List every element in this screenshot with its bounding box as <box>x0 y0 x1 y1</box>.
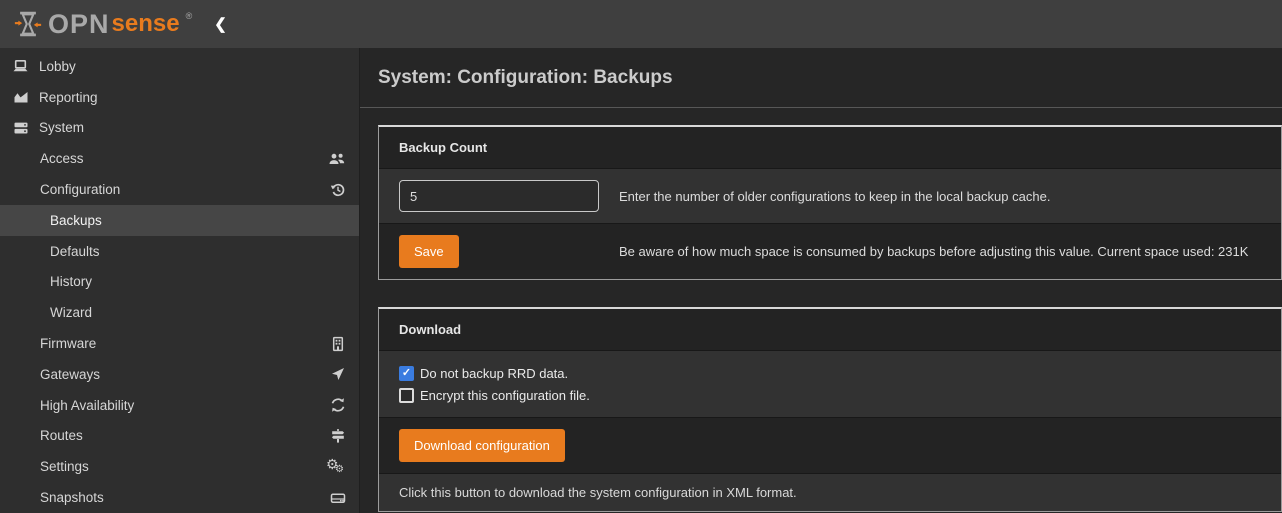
cogs-icon: ⚙⚙ <box>326 458 346 476</box>
sidebar-item-label: Routes <box>40 428 83 443</box>
sidebar-item-high-availability[interactable]: High Availability <box>0 390 359 421</box>
top-bar: OPNsense ® ❮ <box>0 0 1282 48</box>
server-icon <box>12 120 29 136</box>
sidebar-item-system[interactable]: System <box>0 113 359 144</box>
sidebar-item-configuration[interactable]: Configuration <box>0 174 359 205</box>
download-panel-header: Download <box>379 309 1281 350</box>
download-help-row: Click this button to download the system… <box>379 473 1281 511</box>
users-icon <box>328 151 346 167</box>
opnsense-logo[interactable]: OPNsense ® <box>14 9 192 39</box>
sidebar: Lobby Reporting System Access Configurat… <box>0 48 360 513</box>
hdd-icon <box>330 490 346 506</box>
sidebar-item-label: Settings <box>40 459 89 474</box>
sidebar-item-snapshots[interactable]: Snapshots <box>0 482 359 513</box>
sidebar-item-label: Access <box>40 151 84 166</box>
history-icon <box>330 182 346 198</box>
sidebar-item-gateways[interactable]: Gateways <box>0 359 359 390</box>
download-options-row: ✓ Do not backup RRD data. Encrypt this c… <box>379 350 1281 417</box>
sidebar-item-lobby[interactable]: Lobby <box>0 51 359 82</box>
backup-count-row: Enter the number of older configurations… <box>379 168 1281 223</box>
sidebar-item-routes[interactable]: Routes <box>0 421 359 452</box>
area-chart-icon <box>12 89 29 105</box>
no-rrd-backup-label: Do not backup RRD data. <box>420 366 568 381</box>
laptop-icon <box>12 58 29 74</box>
brand-sense: sense <box>112 12 180 36</box>
sidebar-item-label: Snapshots <box>40 490 104 505</box>
sidebar-item-wizard[interactable]: Wizard <box>0 297 359 328</box>
download-button-row: Download configuration <box>379 417 1281 473</box>
building-icon <box>330 336 346 352</box>
sidebar-item-label: Reporting <box>39 90 98 105</box>
sidebar-item-history[interactable]: History <box>0 267 359 298</box>
sidebar-item-settings[interactable]: Settings ⚙⚙ <box>0 451 359 482</box>
sidebar-item-label: Gateways <box>40 367 100 382</box>
no-rrd-backup-checkbox[interactable]: ✓ <box>399 366 414 381</box>
sidebar-item-label: Defaults <box>50 244 100 259</box>
sidebar-item-defaults[interactable]: Defaults <box>0 236 359 267</box>
backup-count-panel: Backup Count Enter the number of older c… <box>378 125 1282 280</box>
sidebar-item-label: Wizard <box>50 305 92 320</box>
map-signs-icon <box>330 428 346 444</box>
sidebar-item-label: High Availability <box>40 398 134 413</box>
sidebar-collapse-icon[interactable]: ❮ <box>214 15 227 33</box>
sidebar-item-label: Firmware <box>40 336 96 351</box>
sidebar-item-label: History <box>50 274 92 289</box>
main-content: System: Configuration: Backups Backup Co… <box>360 48 1282 513</box>
refresh-icon <box>330 397 346 413</box>
download-panel: Download ✓ Do not backup RRD data. Encry… <box>378 307 1282 512</box>
sidebar-item-label: Backups <box>50 213 102 228</box>
location-arrow-icon <box>330 366 346 382</box>
download-configuration-button[interactable]: Download configuration <box>399 429 565 462</box>
download-help-text: Click this button to download the system… <box>399 485 797 500</box>
sidebar-item-firmware[interactable]: Firmware <box>0 328 359 359</box>
sidebar-item-label: Lobby <box>39 59 76 74</box>
save-help-text: Be aware of how much space is consumed b… <box>619 244 1261 259</box>
sidebar-item-label: System <box>39 120 84 135</box>
sidebar-item-backups[interactable]: Backups <box>0 205 359 236</box>
save-row: Save Be aware of how much space is consu… <box>379 223 1281 279</box>
title-bar: System: Configuration: Backups <box>360 48 1282 108</box>
backup-count-panel-header: Backup Count <box>379 127 1281 168</box>
sidebar-item-label: Configuration <box>40 182 120 197</box>
brand-opn: OPN <box>48 11 110 38</box>
brand-registered-mark: ® <box>186 11 193 21</box>
hourglass-logo-icon <box>14 9 42 39</box>
sidebar-item-access[interactable]: Access <box>0 143 359 174</box>
sidebar-item-reporting[interactable]: Reporting <box>0 82 359 113</box>
encrypt-config-label: Encrypt this configuration file. <box>420 388 590 403</box>
save-button[interactable]: Save <box>399 235 459 268</box>
page-title: System: Configuration: Backups <box>378 67 673 89</box>
encrypt-config-checkbox[interactable] <box>399 388 414 403</box>
backup-count-help-text: Enter the number of older configurations… <box>619 189 1261 204</box>
backup-count-input[interactable] <box>399 180 599 212</box>
